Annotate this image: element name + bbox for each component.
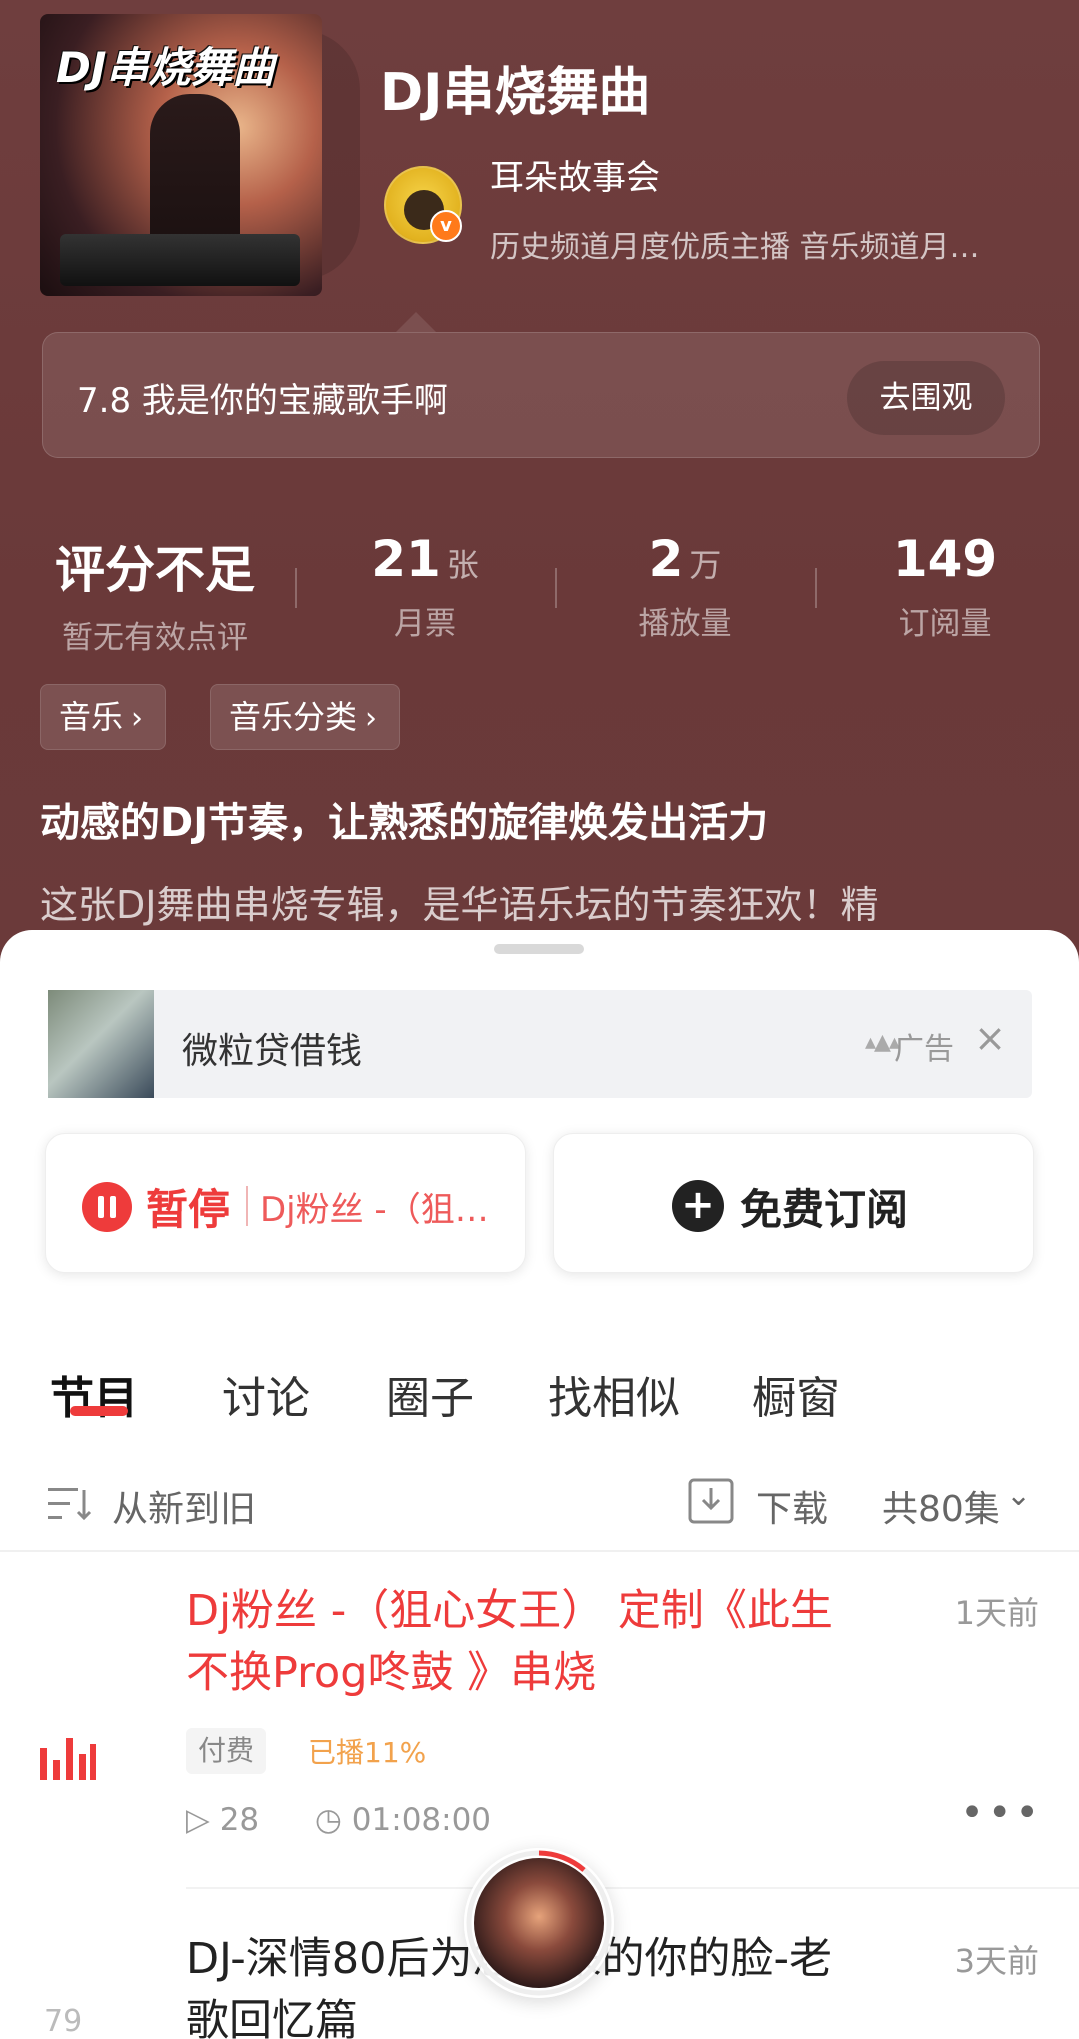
play-state-label: 暂停	[146, 1185, 231, 1234]
more-icon[interactable]: •••	[960, 1790, 1043, 1836]
mini-player-progress-ring	[466, 1850, 612, 1996]
notice-banner[interactable]: 7.8 我是你的宝藏歌手啊 去围观	[42, 332, 1040, 458]
paid-badge: 付费	[186, 1728, 267, 1774]
tab-bar: 节目 讨论 圈子 找相似 橱窗	[0, 1330, 1079, 1430]
stat-monthly-tickets[interactable]: 21 张 月票	[295, 530, 555, 643]
notice-watch-button[interactable]: 去围观	[847, 361, 1005, 435]
stat-tickets-value: 21	[371, 530, 441, 588]
episode-number: 79	[44, 2004, 83, 2039]
sort-icon[interactable]	[48, 1484, 92, 1524]
plus-icon: +	[672, 1180, 724, 1232]
album-title: DJ串烧舞曲	[380, 63, 651, 123]
verified-icon: v	[430, 210, 462, 242]
equalizer-playing-icon	[40, 1738, 96, 1780]
episode-title[interactable]: Dj粉丝 -（狙心女王） 定制《此生不换Prog咚鼓 》串烧	[186, 1580, 866, 1704]
description-body[interactable]: 这张DJ舞曲串烧专辑，是华语乐坛的节奏狂欢！精	[40, 874, 878, 929]
subscribe-button[interactable]: + 免费订阅	[553, 1133, 1034, 1273]
tab-programs[interactable]: 节目	[50, 1362, 138, 1426]
album-header: DJ串烧舞曲 DJ串烧舞曲 v 耳朵故事会 历史频道月度优质主播 音乐频道月… …	[0, 0, 1079, 1000]
cover-dj-deck	[60, 234, 300, 286]
ad-label: 广告	[894, 1032, 954, 1067]
tab-discussion[interactable]: 讨论	[222, 1362, 310, 1426]
chevron-down-icon[interactable]: ⌄	[1006, 1478, 1031, 1513]
stat-plays-label: 播放量	[638, 606, 732, 642]
notice-text: 7.8 我是你的宝藏歌手啊	[77, 381, 448, 421]
ad-image	[48, 990, 154, 1098]
album-cover[interactable]: DJ串烧舞曲	[40, 14, 322, 296]
stat-plays-unit: 万	[689, 546, 722, 584]
ad-banner[interactable]: 微粒贷借钱 ▴▲▴ 广告 ×	[48, 990, 1032, 1098]
list-controls: 从新到旧 下载 共80集 ⌄	[0, 1470, 1079, 1540]
stat-rating[interactable]: 评分不足 暂无有效点评	[25, 530, 285, 657]
stat-subs-label: 订阅量	[898, 606, 992, 642]
notice-arrow	[396, 312, 436, 332]
episode-duration: 01:08:00	[351, 1802, 492, 1838]
episode-date: 1天前	[954, 1594, 1039, 1632]
tag-category-label: 音乐分类	[229, 698, 358, 736]
cover-title-text: DJ串烧舞曲	[56, 43, 275, 92]
stat-tickets-unit: 张	[446, 546, 479, 584]
stat-plays: 2万 播放量	[555, 530, 815, 643]
episode-row[interactable]: Dj粉丝 -（狙心女王） 定制《此生不换Prog咚鼓 》串烧 1天前 付费 已播…	[0, 1580, 1079, 1840]
clock-icon: ◷	[314, 1802, 342, 1838]
description-title: 动感的DJ节奏，让熟悉的旋律焕发出活力	[40, 800, 769, 846]
tab-find-similar[interactable]: 找相似	[548, 1362, 680, 1426]
played-progress: 已播11%	[308, 1736, 427, 1769]
subscribe-label: 免费订阅	[740, 1185, 909, 1234]
play-divider	[246, 1186, 248, 1226]
ad-text: 微粒贷借钱	[182, 1031, 363, 1072]
stat-subs-value: 149	[892, 530, 998, 588]
tag-music[interactable]: 音乐 ›	[40, 684, 167, 750]
row-divider	[186, 1887, 1079, 1889]
mini-player[interactable]	[464, 1848, 614, 1998]
play-count: 28	[219, 1802, 260, 1838]
episode-date: 3天前	[954, 1942, 1039, 1980]
stat-rating-value: 评分不足	[55, 541, 255, 599]
episode-count[interactable]: 共80集	[882, 1480, 1000, 1532]
chevron-right-icon: ›	[131, 701, 144, 736]
stat-plays-value: 2	[648, 530, 684, 588]
episode-meta: ▷ 28 ◷ 01:08:00	[186, 1802, 491, 1838]
stats-row: 评分不足 暂无有效点评 21 张 月票 2万 播放量 149 订阅量	[0, 530, 1079, 656]
active-tab-indicator	[70, 1406, 128, 1416]
download-label[interactable]: 下载	[756, 1480, 828, 1532]
host-description: 历史频道月度优质主播 音乐频道月…	[490, 230, 980, 265]
host-name[interactable]: 耳朵故事会	[490, 150, 660, 199]
download-icon[interactable]	[688, 1478, 734, 1524]
stat-tickets-label: 月票	[394, 606, 456, 642]
stat-subscribers: 149 订阅量	[815, 530, 1075, 643]
section-divider	[0, 1550, 1079, 1552]
chevron-right-icon: ›	[365, 701, 378, 736]
drag-handle[interactable]	[494, 944, 584, 954]
pause-icon	[82, 1182, 132, 1232]
play-count-icon: ▷	[186, 1802, 210, 1838]
sort-label[interactable]: 从新到旧	[112, 1480, 256, 1532]
tag-music-category[interactable]: 音乐分类 ›	[210, 684, 401, 750]
close-icon[interactable]: ×	[974, 1016, 1006, 1060]
tab-showcase[interactable]: 橱窗	[752, 1362, 840, 1426]
tab-circle[interactable]: 圈子	[386, 1362, 474, 1426]
stat-rating-label: 暂无有效点评	[62, 620, 248, 656]
current-track-title: Dj粉丝 -（狙心女王） 定制《此生不换Prog咚鼓》串烧	[260, 1190, 510, 1230]
play-pause-button[interactable]: 暂停 Dj粉丝 -（狙心女王） 定制《此生不换Prog咚鼓》串烧	[45, 1133, 526, 1273]
tag-music-label: 音乐	[59, 698, 124, 736]
